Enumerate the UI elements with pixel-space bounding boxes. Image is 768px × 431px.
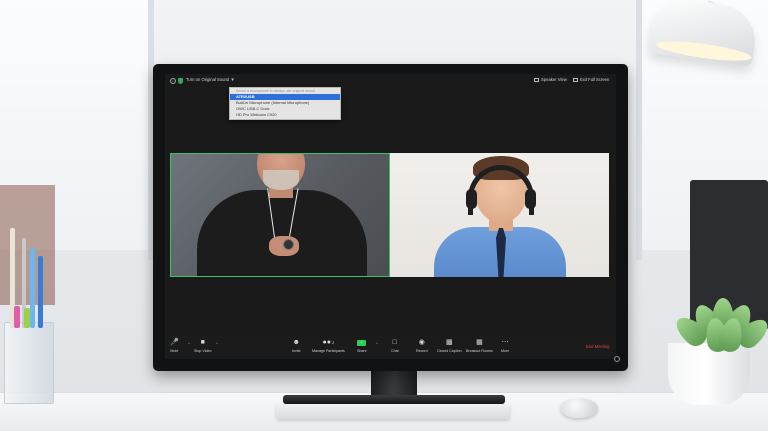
marker bbox=[14, 306, 20, 328]
chevron-down-icon[interactable]: ▾ bbox=[229, 76, 236, 84]
chevron-up-icon[interactable]: ^ bbox=[188, 341, 190, 346]
breakout-rooms-icon: ▦ bbox=[476, 339, 483, 346]
chat-label: Chat bbox=[391, 349, 399, 353]
chevron-up-icon[interactable]: ^ bbox=[216, 341, 218, 346]
invite-icon: ☻ bbox=[292, 339, 300, 346]
speaker-view-label: Speaker View bbox=[541, 77, 567, 82]
headphone-earcup bbox=[525, 189, 536, 209]
zoom-meeting-window: i Turn on Original Sound ▾ Speaker View … bbox=[165, 74, 616, 359]
chat-icon: □ bbox=[392, 339, 397, 346]
pen bbox=[38, 256, 43, 328]
computer-mouse bbox=[560, 398, 598, 418]
headphone-earcup bbox=[466, 189, 477, 209]
window-frame bbox=[636, 0, 642, 260]
mute-button[interactable]: 🎤 Mute bbox=[170, 338, 179, 353]
record-label: Record bbox=[416, 349, 428, 353]
closed-caption-icon: ▩ bbox=[445, 339, 453, 346]
record-button[interactable]: ◉ Record bbox=[416, 338, 428, 353]
closed-caption-button[interactable]: ▩ Closed Caption bbox=[437, 338, 462, 353]
microphone-dropdown-menu: Select a microphone to always use origin… bbox=[229, 87, 341, 120]
stop-video-label: Stop Video bbox=[194, 349, 212, 353]
share-label: Share bbox=[357, 349, 367, 353]
manage-participants-button[interactable]: ●● 2 Manage Participants bbox=[312, 338, 345, 353]
breakout-rooms-button[interactable]: ▦ Breakout Rooms bbox=[466, 338, 493, 353]
record-icon: ◉ bbox=[418, 339, 425, 346]
meeting-toolbar: 🎤 Mute ^ ■ Stop Video ^ ☻ Invite ●● 2 Man… bbox=[165, 336, 616, 359]
closed-caption-label: Closed Caption bbox=[437, 349, 462, 353]
meeting-top-bar: i Turn on Original Sound ▾ Speaker View … bbox=[165, 74, 616, 88]
stop-video-button[interactable]: ■ Stop Video bbox=[194, 338, 212, 353]
more-icon: ⋯ bbox=[501, 339, 509, 346]
original-sound-button[interactable]: Turn on Original Sound bbox=[186, 77, 229, 82]
share-button[interactable]: ↑ Share bbox=[357, 338, 367, 353]
chat-button[interactable]: □ Chat bbox=[391, 338, 399, 353]
fullscreen-icon[interactable] bbox=[614, 356, 620, 362]
invite-label: Invite bbox=[292, 349, 301, 353]
bookshelf-left bbox=[0, 185, 55, 305]
more-label: More bbox=[501, 349, 510, 353]
speaker-view-button[interactable]: Speaker View bbox=[534, 77, 567, 82]
monitor-base bbox=[283, 395, 505, 404]
pen bbox=[30, 248, 35, 328]
monitor-stand bbox=[371, 368, 417, 398]
manage-participants-label: Manage Participants bbox=[312, 349, 345, 353]
marker bbox=[24, 308, 30, 328]
exit-fullscreen-label: Exit Full Screen bbox=[580, 77, 610, 82]
invite-button[interactable]: ☻ Invite bbox=[292, 338, 301, 353]
speaker-view-icon bbox=[534, 77, 539, 82]
pen-cup bbox=[4, 322, 54, 404]
chevron-up-icon[interactable]: ^ bbox=[376, 341, 378, 346]
end-meeting-button[interactable]: End Meeting bbox=[586, 344, 610, 349]
participant-beard bbox=[263, 170, 299, 190]
video-camera-icon: ■ bbox=[200, 339, 205, 346]
plant-pot bbox=[668, 343, 750, 405]
lavalier-microphone bbox=[283, 239, 294, 250]
exit-fullscreen-icon bbox=[573, 77, 578, 82]
keyboard bbox=[276, 402, 510, 419]
mute-label: Mute bbox=[170, 349, 179, 353]
more-button[interactable]: ⋯ More bbox=[501, 338, 509, 353]
info-icon[interactable]: i bbox=[170, 78, 176, 84]
shield-icon[interactable] bbox=[178, 78, 183, 84]
participant-torso bbox=[197, 190, 367, 276]
share-screen-icon: ↑ bbox=[357, 338, 367, 348]
participants-count: 2 bbox=[332, 340, 335, 345]
video-tile-active-speaker[interactable] bbox=[170, 153, 390, 277]
participants-icon: ●● 2 bbox=[322, 339, 335, 346]
menu-item-hd-pro-webcam[interactable]: HD Pro Webcam C920 bbox=[230, 112, 340, 118]
video-tile-participant[interactable] bbox=[390, 153, 609, 277]
exit-fullscreen-button[interactable]: Exit Full Screen bbox=[573, 77, 609, 82]
breakout-rooms-label: Breakout Rooms bbox=[466, 349, 493, 353]
microphone-icon: 🎤 bbox=[170, 339, 179, 346]
